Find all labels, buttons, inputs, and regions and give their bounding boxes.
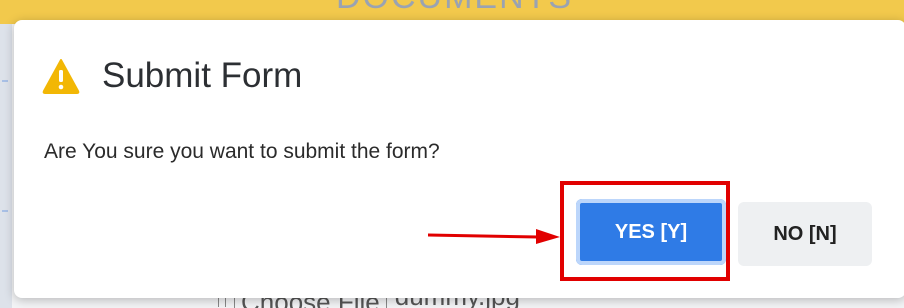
dialog-header: Submit Form [42,56,302,96]
no-button[interactable]: NO [N] [738,202,872,266]
page-left-edge [0,24,12,308]
confirm-dialog: Submit Form Are You sure you want to sub… [14,20,904,298]
edge-tick [2,80,8,82]
dialog-title: Submit Form [102,56,303,95]
dialog-message: Are You sure you want to submit the form… [44,140,440,163]
page-header-title: DOCUMENTS [336,0,573,17]
warning-icon [42,59,80,94]
edge-tick [2,210,8,212]
yes-button[interactable]: YES [Y] [576,199,726,265]
